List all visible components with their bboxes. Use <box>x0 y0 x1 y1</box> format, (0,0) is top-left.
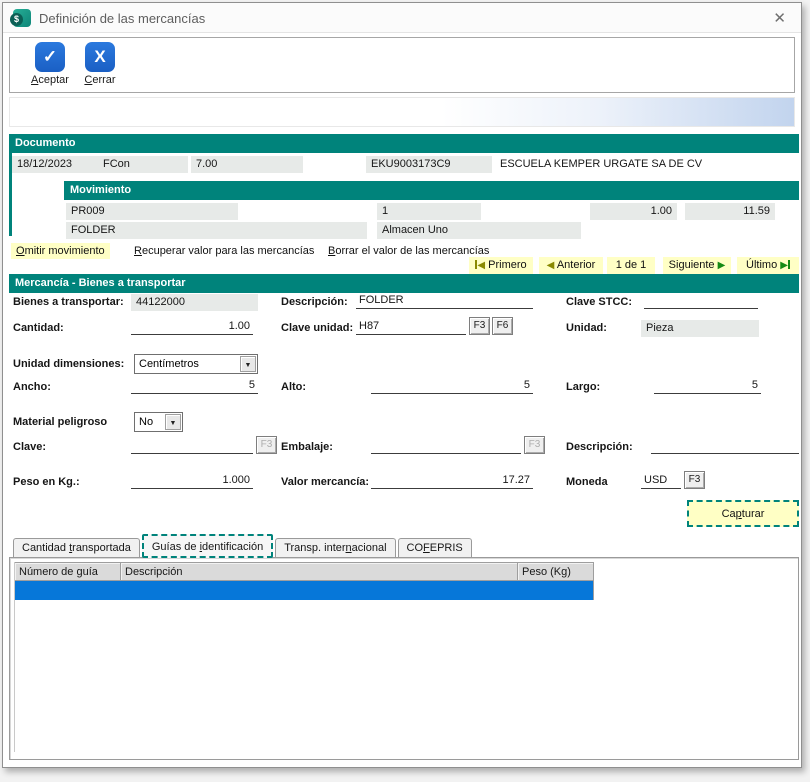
largo-field[interactable]: 5 <box>654 378 761 394</box>
mercancia-header: Mercancía - Bienes a transportar <box>9 274 799 293</box>
clave-label: Clave: <box>13 441 46 453</box>
peso-field[interactable]: 1.000 <box>131 473 253 489</box>
cerrar-button[interactable]: X Cerrar <box>74 42 126 86</box>
chevron-down-icon[interactable]: ▼ <box>240 356 256 372</box>
documento-tipo: FCon <box>98 156 188 173</box>
movimiento-costo: 1.00 <box>590 203 677 220</box>
capturar-button[interactable]: Capturar <box>687 500 799 527</box>
unidad-dimensiones-label: Unidad dimensiones: <box>13 358 124 370</box>
clave-stcc-label: Clave STCC: <box>566 296 632 308</box>
clave-f3-button: F3 <box>256 436 277 454</box>
chevron-down-icon[interactable]: ▼ <box>165 414 181 430</box>
main-toolbar: ✓ Aceptar X Cerrar <box>9 37 795 93</box>
clave-stcc-field[interactable] <box>644 293 758 309</box>
material-peligroso-label: Material peligroso <box>13 416 107 428</box>
nav-primero-button[interactable]: ◀ Primero <box>469 257 533 275</box>
movimiento-header: Movimiento <box>64 181 799 200</box>
unidad-dimensiones-select[interactable]: Centímetros ▼ <box>134 354 258 374</box>
moneda-f3-button[interactable]: F3 <box>684 471 705 489</box>
documento-fecha: 18/12/2023 <box>12 156 98 173</box>
cantidad-label: Cantidad: <box>13 322 64 334</box>
movimiento-cantidad: 1 <box>377 203 481 220</box>
cerrar-label: Cerrar <box>74 74 126 86</box>
valor-mercancia-label: Valor mercancía: <box>281 476 369 488</box>
tab-cofepris[interactable]: COFEPRIS <box>398 538 472 558</box>
material-peligroso-select[interactable]: No ▼ <box>134 412 183 432</box>
descripcion-peligroso-label: Descripción: <box>566 441 633 453</box>
documento-razon-social: ESCUELA KEMPER URGATE SA DE CV <box>500 158 702 170</box>
ancho-label: Ancho: <box>13 381 51 393</box>
guias-tab-panel: Número de guía Descripción Peso (Kg) <box>9 557 799 760</box>
grid-body[interactable] <box>14 562 796 752</box>
money-icon: $ <box>10 13 23 26</box>
app-icon: $ <box>13 9 31 27</box>
dialog-definicion-mercancias: $ Definición de las mercancías ✕ ✓ Acept… <box>2 2 802 768</box>
next-arrow-icon: ▶ <box>718 260 726 271</box>
bienes-label: Bienes a transportar: <box>13 296 124 308</box>
descripcion-field[interactable]: FOLDER <box>356 293 533 309</box>
movimiento-almacen: Almacen Uno <box>377 222 581 239</box>
alto-label: Alto: <box>281 381 306 393</box>
movimiento-producto: PR009 <box>66 203 238 220</box>
recuperar-valor-link[interactable]: Recuperar valor para las mercancías <box>129 243 319 259</box>
window-title: Definición de las mercancías <box>39 11 205 26</box>
descripcion-label: Descripción: <box>281 296 348 308</box>
unidad-field: Pieza <box>641 320 759 337</box>
aceptar-label: Aceptar <box>24 74 76 86</box>
clave-unidad-field[interactable]: H87 <box>356 319 466 335</box>
embalaje-f3-button: F3 <box>524 436 545 454</box>
first-arrow-icon: ◀ <box>477 260 485 271</box>
check-icon: ✓ <box>35 42 65 72</box>
embalaje-field[interactable] <box>371 438 521 454</box>
largo-label: Largo: <box>566 381 600 393</box>
clave-unidad-f3-button[interactable]: F3 <box>469 317 490 335</box>
title-bar[interactable]: $ Definición de las mercancías ✕ <box>3 3 801 33</box>
prev-arrow-icon: ◀ <box>547 260 555 271</box>
valor-mercancia-field[interactable]: 17.27 <box>371 473 533 489</box>
nav-anterior-button[interactable]: ◀ Anterior <box>539 257 603 275</box>
x-icon: X <box>85 42 115 72</box>
alto-field[interactable]: 5 <box>371 378 533 394</box>
cantidad-field[interactable]: 1.00 <box>131 319 253 335</box>
documento-folio: 7.00 <box>191 156 303 173</box>
embalaje-label: Embalaje: <box>281 441 333 453</box>
movimiento-precio: 11.59 <box>685 203 775 220</box>
tab-guias-identificacion[interactable]: Guías de identificación <box>142 534 273 558</box>
omitir-movimiento-link[interactable]: Omitir movimiento <box>11 243 110 259</box>
tab-transp-internacional[interactable]: Transp. internacional <box>275 538 395 558</box>
documento-header: Documento <box>9 134 799 153</box>
ancho-field[interactable]: 5 <box>131 378 258 394</box>
descripcion-peligroso-field[interactable] <box>651 438 799 454</box>
close-icon[interactable]: ✕ <box>770 9 789 27</box>
moneda-field[interactable]: USD <box>641 473 681 489</box>
tab-strip: Cantidad transportada Guías de identific… <box>13 534 474 558</box>
documento-rfc: EKU9003173C9 <box>366 156 492 173</box>
unidad-label: Unidad: <box>566 322 607 334</box>
nav-position: 1 de 1 <box>607 257 655 275</box>
last-arrow-icon: ▶ <box>780 260 788 271</box>
clave-unidad-label: Clave unidad: <box>281 322 353 334</box>
moneda-label: Moneda <box>566 476 608 488</box>
nav-ultimo-button[interactable]: Último ▶ <box>737 257 799 275</box>
peso-label: Peso en Kg.: <box>13 476 80 488</box>
unidad-dimensiones-value: Centímetros <box>139 358 199 370</box>
nav-siguiente-button[interactable]: Siguiente ▶ <box>663 257 731 275</box>
aceptar-button[interactable]: ✓ Aceptar <box>24 42 76 86</box>
clave-unidad-f6-button[interactable]: F6 <box>492 317 513 335</box>
last-bar-icon <box>788 260 790 269</box>
material-peligroso-value: No <box>139 416 153 428</box>
tab-cantidad-transportada[interactable]: Cantidad transportada <box>13 538 140 558</box>
gradient-band <box>9 97 795 127</box>
bienes-field: 44122000 <box>131 294 258 311</box>
clave-field[interactable] <box>131 438 253 454</box>
movimiento-descripcion: FOLDER <box>66 222 367 239</box>
screen: $ Definición de las mercancías ✕ ✓ Acept… <box>0 0 810 782</box>
